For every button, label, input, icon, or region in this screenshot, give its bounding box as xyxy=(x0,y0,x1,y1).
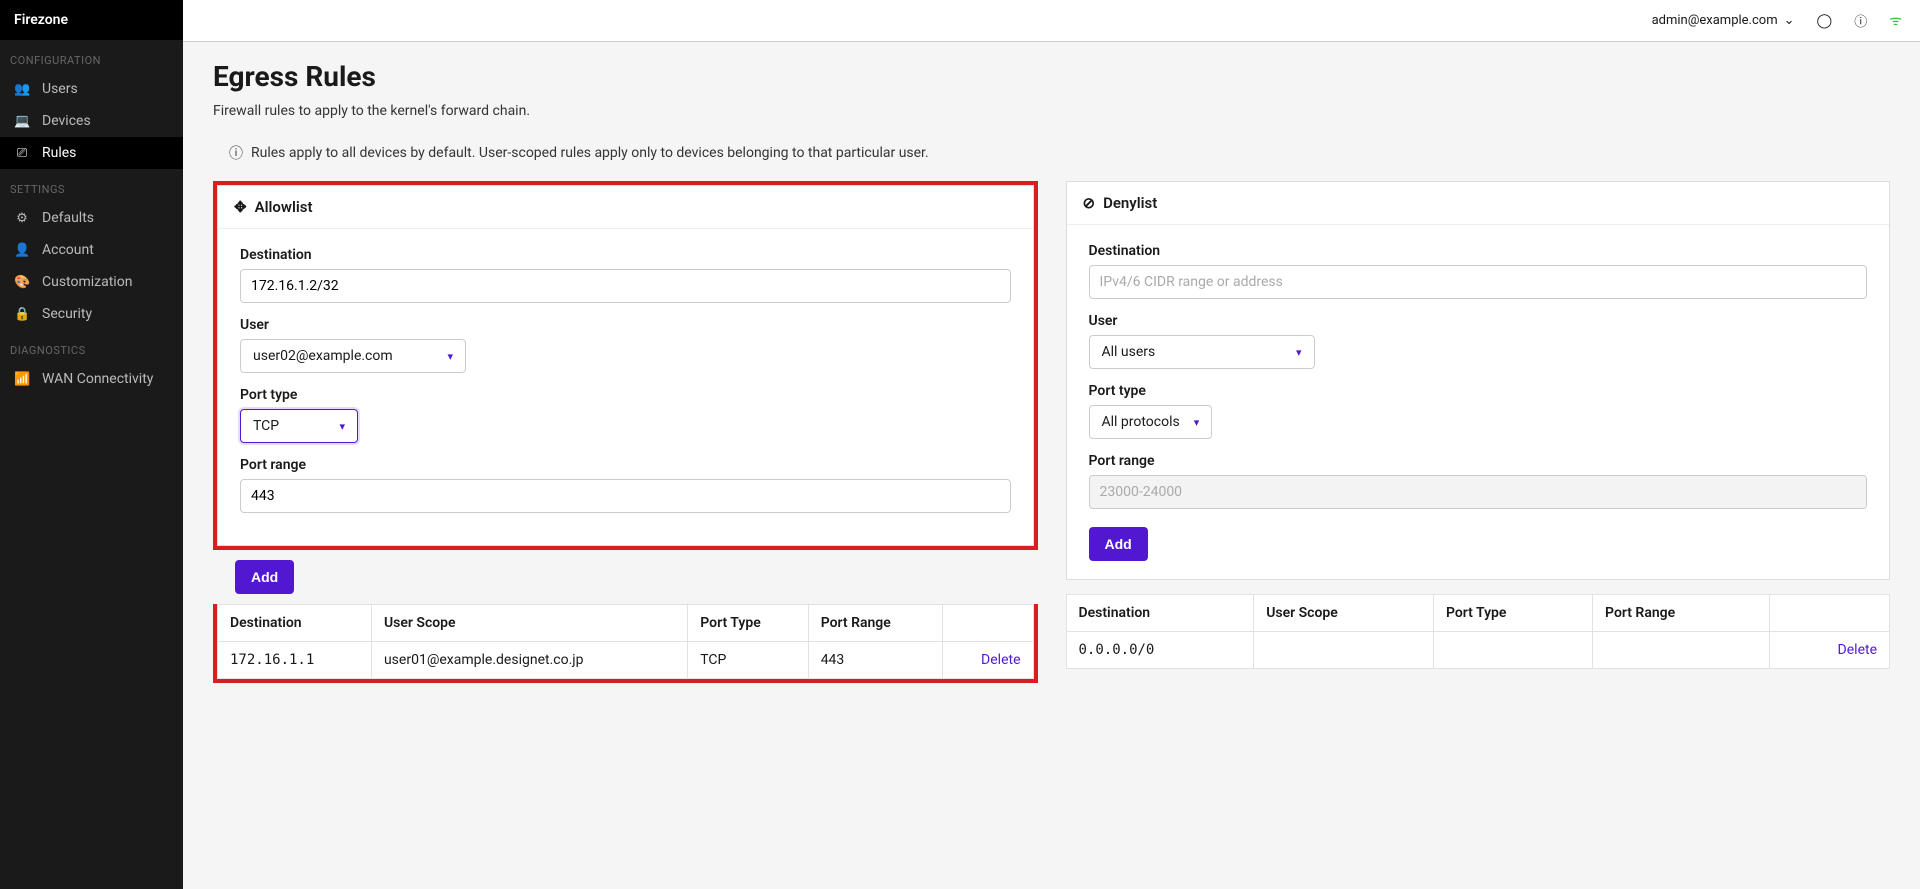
cell-port-range xyxy=(1593,632,1770,669)
chevron-down-icon: ▾ xyxy=(339,420,345,433)
cell-port-range: 443 xyxy=(808,642,942,679)
sidebar-item-wan-connectivity[interactable]: 📶 WAN Connectivity xyxy=(0,363,183,395)
help-icon[interactable]: ⓘ xyxy=(1854,11,1867,30)
topbar-user-menu[interactable]: admin@example.com ⌄ xyxy=(1652,13,1795,28)
sidebar-icon: 🎨 xyxy=(14,275,30,290)
table-row: 172.16.1.1user01@example.designet.co.jpT… xyxy=(218,642,1034,679)
sidebar-section-label: SETTINGS xyxy=(0,169,183,202)
table-header: Port Range xyxy=(1593,595,1770,632)
sidebar-icon: 📶 xyxy=(14,372,30,387)
denylist-heading: Denylist xyxy=(1103,194,1157,212)
deny-user-select[interactable]: All users ▾ xyxy=(1089,335,1315,369)
chevron-down-icon: ▾ xyxy=(447,350,453,363)
allow-portrange-label: Port range xyxy=(240,457,1011,473)
main-area: admin@example.com ⌄ ◯ ⓘ ᯤ Egress Rules F… xyxy=(183,0,1920,889)
cell-user-scope: user01@example.designet.co.jp xyxy=(371,642,687,679)
wifi-icon[interactable]: ᯤ xyxy=(1889,11,1902,30)
allow-icon: ✥ xyxy=(234,198,247,216)
allow-portrange-input[interactable] xyxy=(240,479,1011,513)
sidebar-icon: 🔒 xyxy=(14,307,30,322)
topbar-user-email: admin@example.com xyxy=(1652,13,1778,28)
deny-porttype-value: All protocols xyxy=(1102,414,1180,430)
sidebar-section-label: CONFIGURATION xyxy=(0,40,183,73)
sidebar-item-rules[interactable]: ⎚ Rules xyxy=(0,137,183,169)
sidebar-item-label: Customization xyxy=(42,274,132,290)
cell-port-type xyxy=(1433,632,1592,669)
sidebar-item-devices[interactable]: 💻 Devices xyxy=(0,105,183,137)
deny-portrange-label: Port range xyxy=(1089,453,1868,469)
deny-add-button[interactable]: Add xyxy=(1089,527,1148,561)
sidebar-item-customization[interactable]: 🎨 Customization xyxy=(0,266,183,298)
topbar: admin@example.com ⌄ ◯ ⓘ ᯤ xyxy=(183,0,1920,42)
sidebar-icon: 👤 xyxy=(14,243,30,258)
allow-destination-label: Destination xyxy=(240,247,1011,263)
delete-link[interactable]: Delete xyxy=(981,652,1020,668)
page-title: Egress Rules xyxy=(213,60,1890,93)
table-header: Port Type xyxy=(688,605,808,642)
allow-user-value: user02@example.com xyxy=(253,348,393,364)
app-title: Firezone xyxy=(0,0,183,40)
allowlist-heading: Allowlist xyxy=(255,198,313,216)
page-subtitle: Firewall rules to apply to the kernel's … xyxy=(213,103,1890,119)
table-header: User Scope xyxy=(371,605,687,642)
table-header xyxy=(1770,595,1890,632)
deny-icon: ⊘ xyxy=(1083,194,1096,212)
deny-porttype-select[interactable]: All protocols ▾ xyxy=(1089,405,1213,439)
denylist-panel: ⊘ Denylist Destination User All xyxy=(1066,181,1891,580)
table-header: Port Range xyxy=(808,605,942,642)
sidebar-icon: ⚙ xyxy=(14,211,30,226)
table-header: Destination xyxy=(218,605,372,642)
sidebar-item-users[interactable]: 👥 Users xyxy=(0,73,183,105)
sidebar-item-label: Rules xyxy=(42,145,76,161)
deny-destination-input[interactable] xyxy=(1089,265,1868,299)
deny-portrange-input xyxy=(1089,475,1868,509)
sidebar-item-label: Account xyxy=(42,242,94,258)
deny-user-value: All users xyxy=(1102,344,1156,360)
sidebar-item-account[interactable]: 👤 Account xyxy=(0,234,183,266)
cell-user-scope xyxy=(1254,632,1434,669)
table-header xyxy=(942,605,1033,642)
allowlist-panel: ✥ Allowlist Destination User xyxy=(217,185,1034,546)
allow-add-button[interactable]: Add xyxy=(235,560,294,594)
table-header: Destination xyxy=(1066,595,1254,632)
chevron-down-icon: ▾ xyxy=(1194,416,1200,429)
sidebar-icon: ⎚ xyxy=(14,146,30,161)
info-icon: ⓘ xyxy=(229,143,243,163)
sidebar-item-label: WAN Connectivity xyxy=(42,371,153,387)
cell-destination: 0.0.0.0/0 xyxy=(1066,632,1254,669)
table-header: Port Type xyxy=(1433,595,1592,632)
allow-destination-input[interactable] xyxy=(240,269,1011,303)
allow-porttype-value: TCP xyxy=(253,418,279,434)
table-row: 0.0.0.0/0 Delete xyxy=(1066,632,1890,669)
allow-user-label: User xyxy=(240,317,1011,333)
sidebar: Firezone CONFIGURATION 👥 Users 💻 Devices ⎚ Rul… xyxy=(0,0,183,889)
allow-porttype-label: Port type xyxy=(240,387,1011,403)
allow-porttype-select[interactable]: TCP ▾ xyxy=(240,409,358,443)
denylist-table: DestinationUser ScopePort TypePort Range… xyxy=(1066,594,1891,669)
info-banner: ⓘ Rules apply to all devices by default.… xyxy=(213,143,1890,163)
cell-port-type: TCP xyxy=(688,642,808,679)
sidebar-icon: 👥 xyxy=(14,82,30,97)
table-header: User Scope xyxy=(1254,595,1434,632)
info-text: Rules apply to all devices by default. U… xyxy=(251,145,929,161)
chevron-down-icon: ▾ xyxy=(1296,346,1302,359)
sidebar-section-label: DIAGNOSTICS xyxy=(0,330,183,363)
allow-user-select[interactable]: user02@example.com ▾ xyxy=(240,339,466,373)
delete-link[interactable]: Delete xyxy=(1838,642,1877,658)
status-icon[interactable]: ◯ xyxy=(1817,13,1833,29)
sidebar-item-security[interactable]: 🔒 Security xyxy=(0,298,183,330)
sidebar-item-label: Defaults xyxy=(42,210,94,226)
sidebar-item-label: Users xyxy=(42,81,78,97)
sidebar-icon: 💻 xyxy=(14,114,30,129)
chevron-down-icon: ⌄ xyxy=(1784,13,1795,28)
deny-destination-label: Destination xyxy=(1089,243,1868,259)
allowlist-table: DestinationUser ScopePort TypePort Range… xyxy=(217,604,1034,679)
sidebar-item-label: Security xyxy=(42,306,92,322)
cell-destination: 172.16.1.1 xyxy=(218,642,372,679)
deny-user-label: User xyxy=(1089,313,1868,329)
sidebar-item-defaults[interactable]: ⚙ Defaults xyxy=(0,202,183,234)
sidebar-item-label: Devices xyxy=(42,113,91,129)
deny-porttype-label: Port type xyxy=(1089,383,1868,399)
